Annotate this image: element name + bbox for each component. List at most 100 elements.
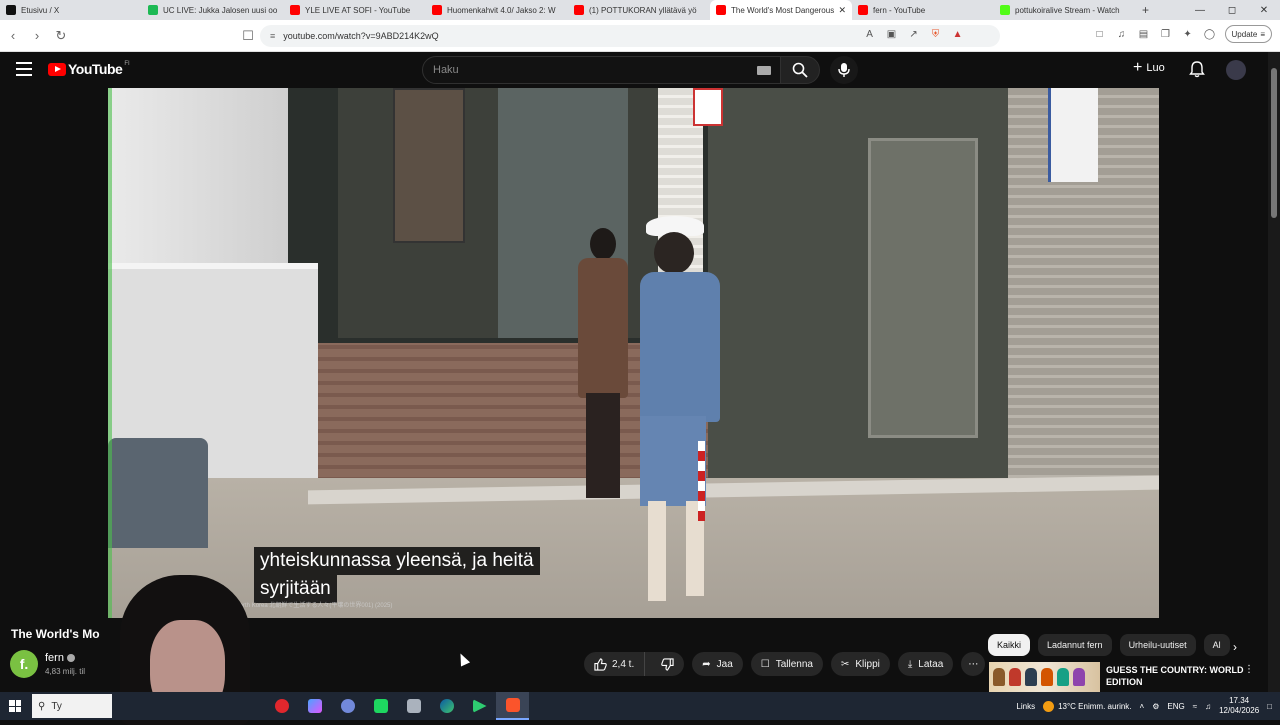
forward-icon[interactable]: › (26, 25, 48, 47)
spotify-like-app-icon[interactable] (364, 692, 397, 720)
like-button[interactable]: 2,4 t. (584, 652, 646, 676)
dislike-button[interactable] (651, 652, 684, 676)
youtube-play-icon (48, 62, 66, 76)
reload-icon[interactable]: ↻ (50, 25, 72, 47)
clock[interactable]: 17.34 12/04/2026 (1219, 696, 1259, 716)
keyboard-icon[interactable] (757, 66, 771, 75)
edge-app-icon[interactable] (430, 692, 463, 720)
maximize-icon[interactable]: ◻ (1216, 0, 1248, 20)
extensions-icon[interactable]: ✦ (1181, 27, 1195, 41)
share-arrow-icon: ➦ (702, 658, 711, 670)
more-actions-icon[interactable]: ⋯ (961, 652, 986, 676)
volume-icon[interactable]: ♫ (1205, 702, 1211, 711)
filter-chip[interactable]: Urheilu-uutiset (1119, 634, 1196, 656)
taskbar-apps (265, 692, 529, 720)
thumbs-up-icon (594, 657, 607, 671)
reading-list-icon[interactable]: ▤ (1137, 27, 1151, 41)
menu-icon: ≡ (1260, 29, 1265, 39)
photos-app-icon[interactable] (298, 692, 331, 720)
browser-tab[interactable]: (1) POTTUKORAN yllätävä yö (568, 0, 710, 20)
sidebar-icon[interactable]: □ (1093, 27, 1107, 41)
verified-badge-icon (66, 654, 75, 662)
notifications-bell-icon[interactable] (1189, 61, 1205, 83)
browser-tab[interactable]: UC LIVE: Jukka Jalosen uusi oo (142, 0, 284, 20)
save-button[interactable]: ☐ Tallenna (750, 652, 823, 676)
links-toolbar[interactable]: Links (1016, 702, 1035, 711)
channel-name-link[interactable]: fern (45, 652, 75, 664)
filter-chip[interactable]: Ladannut fern (1038, 634, 1112, 656)
tab-favicon-icon (432, 5, 442, 15)
video-player[interactable] (108, 88, 1159, 618)
recommendation-title[interactable]: GUESS THE COUNTRY: WORLD EDITION (1106, 664, 1246, 688)
discord-app-icon[interactable] (331, 692, 364, 720)
tab-favicon-icon (716, 5, 726, 15)
clip-button[interactable]: ✂ Klippi (831, 652, 890, 676)
start-button[interactable] (0, 692, 30, 720)
create-button[interactable]: + Luo (1133, 60, 1165, 76)
cast-icon[interactable]: ▣ (885, 27, 899, 41)
close-tab-icon[interactable]: ✕ (838, 5, 846, 16)
search-button[interactable] (780, 56, 820, 84)
vpn-icon[interactable]: ◯ (1203, 27, 1217, 41)
browser-tab[interactable]: YLE LIVE AT SOFI - YouTube (284, 0, 426, 20)
tab-favicon-icon (148, 5, 158, 15)
bookmark-save-icon: ☐ (760, 658, 770, 670)
recommendation-thumbnail[interactable] (989, 662, 1100, 692)
chevron-right-icon[interactable]: › (1233, 640, 1237, 654)
filter-chips: Kaikki Ladannut fern Urheilu-uutiset Al (988, 634, 1230, 656)
video-frame-door (868, 138, 978, 438)
media-player-app-icon[interactable] (463, 692, 496, 720)
rewards-icon[interactable]: ▲ (951, 27, 965, 41)
back-icon[interactable]: ‹ (2, 25, 24, 47)
tab-favicon-icon (858, 5, 868, 15)
browser-tab[interactable]: Huomenkahvit 4.0/ Jakso 2: W (426, 0, 568, 20)
browser-toolbar: ‹ › ↻ ☐ ≡ youtube.com/watch?v=9ABD214K2w… (0, 20, 1280, 52)
voice-search-button[interactable] (830, 56, 858, 84)
minimize-icon[interactable]: — (1184, 0, 1216, 20)
share-page-icon[interactable]: ↗ (907, 27, 921, 41)
browser-tab[interactable]: The World's Most Dangerous ✕ (710, 0, 852, 20)
wifi-icon[interactable]: ≈ (1193, 702, 1197, 711)
plus-icon: + (1133, 59, 1143, 76)
shields-icon[interactable]: ⛨ (929, 27, 943, 41)
account-avatar[interactable] (1226, 60, 1246, 80)
bookmark-icon[interactable]: ☐ (237, 25, 259, 47)
language-indicator[interactable]: ENG (1167, 702, 1184, 711)
weather-widget[interactable]: 13°C Enimm. aurink. (1043, 700, 1132, 712)
scrollbar-thumb[interactable] (1271, 68, 1277, 218)
notifications-icon[interactable]: □ (1267, 702, 1272, 711)
opera-app-icon[interactable] (265, 692, 298, 720)
thumbs-down-icon (661, 657, 674, 671)
video-title: The World's Mo (11, 627, 100, 641)
security-app-icon[interactable] (397, 692, 430, 720)
site-info-icon[interactable]: ≡ (270, 31, 275, 41)
share-button[interactable]: ➦ Jaa (692, 652, 743, 676)
translate-icon[interactable]: A (863, 27, 877, 41)
tab-favicon-icon (6, 5, 16, 15)
tab-title: fern - YouTube (873, 5, 926, 15)
search-input[interactable]: Haku (422, 56, 782, 84)
channel-avatar[interactable]: f. (10, 650, 38, 678)
youtube-logo[interactable]: YouTube FI (48, 61, 130, 77)
update-button[interactable]: Update ≡ (1224, 25, 1272, 43)
brave-app-icon[interactable] (496, 692, 529, 720)
search-icon: ⚲ (38, 700, 46, 712)
browser-tab[interactable]: pottukoiralive Stream - Watch (994, 0, 1136, 20)
microphone-icon (838, 63, 850, 77)
media-icon[interactable]: ♫ (1115, 27, 1129, 41)
network-icon[interactable]: ⚙ (1152, 702, 1159, 711)
taskbar-search[interactable]: ⚲ Ty (32, 694, 112, 718)
hamburger-menu-icon[interactable] (16, 62, 32, 76)
chevron-up-icon[interactable]: ˄ (1140, 702, 1145, 711)
browser-tab[interactable]: fern - YouTube (852, 0, 994, 20)
copy-icon[interactable]: ❐ (1159, 27, 1173, 41)
filter-chip[interactable]: Al (1203, 634, 1230, 656)
youtube-masthead: YouTube FI Haku + Luo (0, 52, 1268, 88)
new-tab-button[interactable]: + (1142, 3, 1149, 17)
close-window-icon[interactable]: ✕ (1248, 0, 1280, 20)
browser-tab[interactable]: Etusivu / X (0, 0, 142, 20)
download-button[interactable]: ⤓ Lataa (897, 652, 954, 676)
page-scrollbar[interactable] (1268, 52, 1280, 692)
recommendation-menu-icon[interactable]: ⋮ (1244, 664, 1254, 675)
filter-chip[interactable]: Kaikki (988, 634, 1031, 656)
